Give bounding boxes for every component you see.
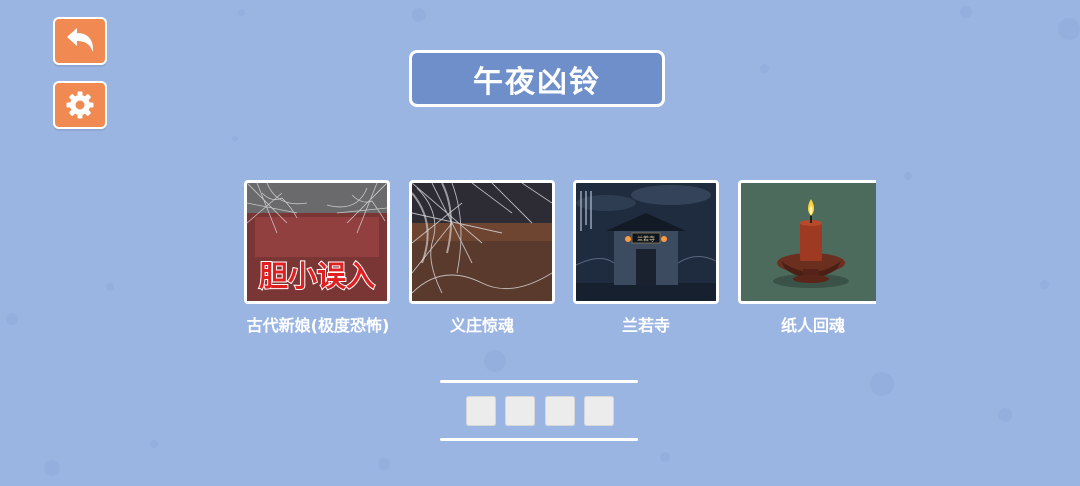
answer-rule-bottom xyxy=(440,438,638,441)
background-speckle xyxy=(6,313,18,325)
level-label-3: 兰若寺 xyxy=(621,316,670,335)
level-label-2: 义庄惊魂 xyxy=(449,316,514,335)
level-label-1: 古代新娘(极度恐怖) xyxy=(246,316,390,335)
level-card-4[interactable] xyxy=(738,180,876,304)
background-speckle xyxy=(660,452,670,462)
background-speckle xyxy=(960,6,972,18)
background-speckle xyxy=(870,372,894,396)
background-speckle xyxy=(412,8,426,22)
background-speckle xyxy=(44,460,60,476)
background-speckle xyxy=(1058,18,1080,40)
level-4-image xyxy=(741,183,876,301)
level-3-plaque-text: 兰若寺 xyxy=(637,235,655,243)
settings-button[interactable] xyxy=(53,81,107,129)
level-2-image xyxy=(412,183,552,301)
background-speckle xyxy=(378,458,390,470)
background-speckle xyxy=(232,136,238,142)
background-speckle xyxy=(904,172,912,180)
background-speckle xyxy=(998,408,1012,422)
background-speckle xyxy=(760,64,769,73)
background-speckle xyxy=(150,440,158,448)
background-speckle xyxy=(106,283,114,291)
level-1-image-text: 胆小误入 xyxy=(259,259,375,293)
back-arrow-icon xyxy=(63,26,97,56)
level-card-2[interactable] xyxy=(409,180,555,304)
background-speckle xyxy=(484,350,506,372)
game-title: 午夜凶铃 xyxy=(409,50,665,107)
level-card-1[interactable]: 胆小误入 xyxy=(244,180,390,304)
level-card-3[interactable]: 兰若寺 xyxy=(573,180,719,304)
game-title-text: 午夜凶铃 xyxy=(473,64,601,100)
back-button[interactable] xyxy=(53,17,107,65)
gear-icon xyxy=(65,90,95,120)
answer-slot[interactable] xyxy=(466,396,496,426)
answer-slot[interactable] xyxy=(584,396,614,426)
answer-slot[interactable] xyxy=(505,396,535,426)
answer-slot[interactable] xyxy=(545,396,575,426)
answer-rule-top xyxy=(440,380,638,383)
level-label-4: 纸人回魂 xyxy=(780,316,845,335)
level-1-image: 胆小误入 xyxy=(247,183,387,301)
background-speckle xyxy=(1040,280,1049,289)
background-speckle xyxy=(238,9,245,16)
level-3-image: 兰若寺 xyxy=(576,183,716,301)
